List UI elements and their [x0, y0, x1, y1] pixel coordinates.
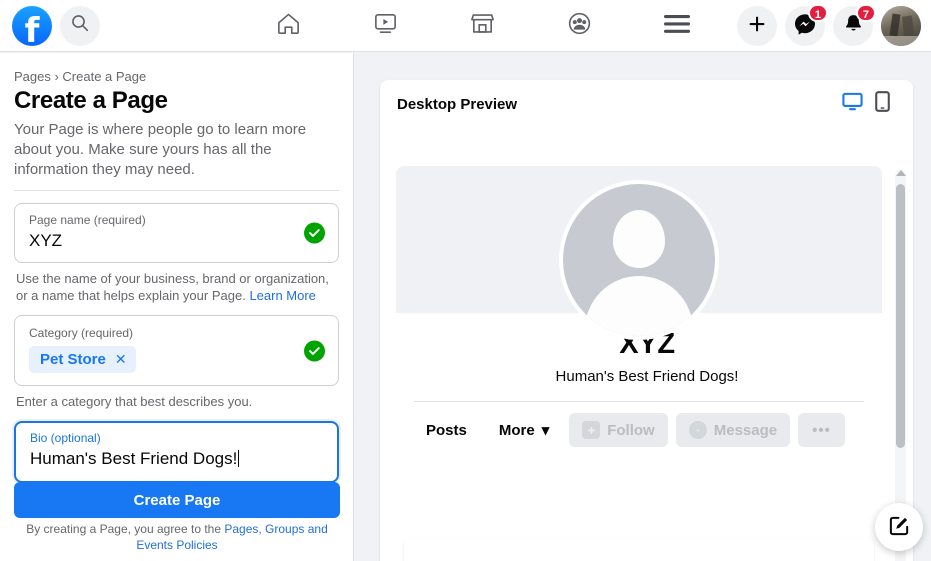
preview-follow-label: Follow — [607, 421, 655, 439]
learn-more-link[interactable]: Learn More — [249, 288, 315, 303]
search-icon — [70, 13, 90, 38]
text-cursor — [238, 450, 240, 467]
create-page-form-panel: Pages › Create a Page Create a Page Your… — [0, 53, 354, 561]
category-tag-label: Pet Store — [40, 351, 106, 368]
messenger-icon — [688, 421, 707, 439]
cover-photo-placeholder[interactable] — [396, 166, 882, 340]
page-name-input[interactable]: XYZ — [29, 229, 294, 253]
page-name-helper-text: Use the name of your business, brand or … — [14, 270, 339, 304]
default-profile-avatar-icon — [563, 184, 715, 336]
compose-edit-icon — [888, 514, 911, 540]
desktop-preview-toggle[interactable] — [837, 90, 867, 118]
profile-picture-placeholder[interactable] — [559, 180, 719, 340]
groups-icon — [566, 10, 593, 42]
mobile-phone-icon — [873, 91, 892, 117]
nav-tab-menu[interactable] — [628, 0, 725, 52]
compose-fab-button[interactable] — [875, 503, 923, 551]
preview-tab-posts[interactable]: Posts — [414, 415, 479, 446]
nav-tab-watch[interactable] — [337, 0, 434, 52]
category-field[interactable]: Category (required) Pet Store ✕ — [14, 315, 339, 386]
follow-plus-icon — [582, 421, 601, 439]
page-name-field[interactable]: Page name (required) XYZ — [14, 203, 339, 263]
category-label: Category (required) — [29, 326, 134, 340]
notifications-button[interactable]: 7 — [833, 4, 876, 46]
avatar-photo-detail-2 — [901, 15, 915, 37]
nav-right-group: 1 7 — [737, 0, 921, 52]
nav-tab-groups[interactable] — [531, 0, 628, 52]
facebook-logo-letter: f — [24, 10, 40, 46]
category-tag-pet-store: Pet Store ✕ — [29, 346, 136, 373]
preview-overflow-button: ••• — [798, 413, 845, 447]
plus-icon — [747, 14, 767, 39]
terms-text: By creating a Page, you agree to the Pag… — [14, 521, 340, 553]
home-icon — [275, 10, 302, 42]
account-avatar[interactable] — [881, 6, 921, 46]
breadcrumb[interactable]: Pages › Create a Page — [14, 69, 339, 84]
mobile-preview-toggle[interactable] — [867, 90, 897, 118]
avatar-photo-detail-3 — [881, 36, 921, 46]
facebook-logo[interactable]: f — [12, 5, 52, 46]
terms-prefix: By creating a Page, you agree to the — [26, 522, 225, 536]
desktop-preview-card: Desktop Preview XYZ Human's Best Friend … — [380, 80, 913, 561]
page-name-label: Page name (required) — [29, 213, 146, 227]
messenger-badge: 1 — [807, 4, 828, 22]
preview-message-button: Message — [675, 413, 791, 447]
preview-page-bio: Human's Best Friend Dogs! — [555, 368, 739, 385]
preview-title: Desktop Preview — [397, 95, 518, 113]
video-play-icon — [372, 10, 399, 42]
search-button[interactable] — [60, 5, 100, 46]
hamburger-menu-icon — [663, 14, 690, 39]
category-tag-remove-icon[interactable]: ✕ — [115, 351, 127, 368]
preview-tab-more[interactable]: More ▾ — [487, 414, 561, 446]
bio-input-value: Human's Best Friend Dogs! — [30, 449, 238, 468]
preview-follow-button: Follow — [569, 413, 668, 447]
create-button[interactable] — [737, 6, 777, 46]
preview-message-label: Message — [713, 421, 778, 439]
chevron-down-icon: ▾ — [541, 422, 550, 439]
scroll-up-arrow-icon[interactable] — [896, 170, 906, 176]
page-title: Create a Page — [14, 87, 168, 114]
bio-field[interactable]: Bio (optional) Human's Best Friend Dogs! — [14, 421, 339, 483]
nav-center-tabs — [240, 0, 725, 52]
preview-header: Desktop Preview — [380, 80, 913, 128]
preview-action-row: Posts More ▾ Follow Message ••• — [396, 402, 898, 447]
messenger-button[interactable]: 1 — [785, 4, 828, 46]
form-divider — [14, 190, 339, 191]
preview-area: Desktop Preview XYZ Human's Best Friend … — [355, 53, 931, 561]
page-description: Your Page is where people go to learn mo… — [14, 121, 307, 178]
preview-post-composer-card[interactable] — [404, 538, 874, 561]
bio-input[interactable]: Human's Best Friend Dogs! — [30, 447, 323, 471]
top-navigation-bar: f 1 7 — [0, 0, 931, 52]
nav-tab-marketplace[interactable] — [434, 0, 531, 52]
avatar-head-shape — [613, 210, 665, 268]
category-valid-check-icon — [304, 340, 325, 361]
notifications-badge: 7 — [855, 4, 876, 22]
avatar-body-shape — [585, 276, 693, 336]
bio-label: Bio (optional) — [30, 431, 101, 445]
storefront-icon — [469, 10, 496, 42]
preview-scrollbar-thumb[interactable] — [896, 184, 905, 448]
preview-tab-more-label: More — [498, 421, 535, 439]
page-name-valid-check-icon — [304, 222, 325, 244]
nav-left-group: f — [0, 5, 100, 46]
desktop-monitor-icon — [841, 91, 863, 117]
category-helper-text: Enter a category that best describes you… — [16, 394, 253, 409]
create-page-button[interactable]: Create Page — [14, 482, 340, 518]
nav-tab-home[interactable] — [240, 0, 337, 52]
preview-body: XYZ Human's Best Friend Dogs! Posts More… — [396, 166, 898, 561]
